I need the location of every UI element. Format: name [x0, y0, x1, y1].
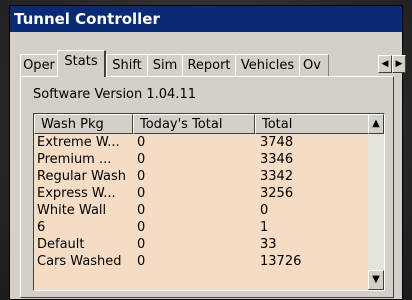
- total-cell: 3748: [260, 135, 294, 150]
- total-cell: 3342: [260, 169, 294, 184]
- wash-pkg-cell: 6: [37, 220, 46, 235]
- table-row[interactable]: White Wall 0 0: [34, 202, 369, 219]
- table-row[interactable]: Default 0 33: [34, 236, 369, 253]
- wash-pkg-cell: Express W...: [37, 186, 116, 201]
- todays-total-cell: 0: [137, 203, 146, 218]
- table-row[interactable]: 6 0 1: [34, 219, 369, 236]
- table-row[interactable]: Express W... 0 3256: [34, 185, 369, 202]
- tab-sim[interactable]: Sim: [147, 54, 183, 76]
- wash-pkg-cell: Regular Wash: [37, 169, 126, 184]
- tab-shift[interactable]: Shift: [106, 54, 148, 76]
- tunnel-controller-window: Tunnel Controller Oper Stats Shift Sim R…: [9, 5, 406, 300]
- stats-table: Wash Pkg Today's Total Total Extreme W..…: [33, 113, 385, 291]
- total-cell: 3256: [260, 186, 294, 201]
- todays-total-cell: 0: [137, 169, 146, 184]
- window-title: Tunnel Controller: [10, 6, 402, 32]
- stats-panel: Software Version 1.04.11 Wash Pkg Today'…: [20, 76, 394, 298]
- todays-total-cell: 0: [137, 220, 146, 235]
- scroll-down-icon[interactable]: ▼: [368, 270, 384, 290]
- tab-scroll-buttons: ◀ ▶: [378, 55, 406, 73]
- table-body: Extreme W... 0 3748 Premium ... 0 3346 R…: [34, 134, 369, 270]
- todays-total-cell: 0: [137, 237, 146, 252]
- wash-pkg-cell: Default: [37, 237, 85, 252]
- total-cell: 3346: [260, 152, 294, 167]
- software-version: Software Version 1.04.11: [33, 87, 196, 102]
- tab-report[interactable]: Report: [182, 54, 236, 76]
- total-cell: 33: [260, 237, 277, 252]
- table-row[interactable]: Cars Washed 0 13726: [34, 253, 369, 270]
- tab-scroll-right-icon[interactable]: ▶: [392, 55, 406, 73]
- total-cell: 0: [260, 203, 269, 218]
- todays-total-cell: 0: [137, 254, 146, 269]
- tab-stats[interactable]: Stats: [57, 50, 106, 77]
- scroll-up-icon[interactable]: ▲: [368, 114, 384, 134]
- wash-pkg-cell: Cars Washed: [37, 254, 122, 269]
- column-header-todays-total[interactable]: Today's Total: [133, 114, 255, 134]
- todays-total-cell: 0: [137, 135, 146, 150]
- wash-pkg-cell: Premium ...: [37, 152, 112, 167]
- todays-total-cell: 0: [137, 186, 146, 201]
- wash-pkg-cell: Extreme W...: [37, 135, 120, 150]
- tab-oper[interactable]: Oper: [20, 54, 58, 76]
- table-header: Wash Pkg Today's Total Total: [34, 114, 369, 134]
- wash-pkg-cell: White Wall: [37, 203, 107, 218]
- tab-strip: Oper Stats Shift Sim Report Vehicles Ov …: [20, 50, 406, 77]
- scroll-track[interactable]: [368, 134, 384, 270]
- todays-total-cell: 0: [137, 152, 146, 167]
- tab-vehicles[interactable]: Vehicles: [235, 54, 300, 76]
- total-cell: 1: [260, 220, 269, 235]
- table-row[interactable]: Extreme W... 0 3748: [34, 134, 369, 151]
- column-header-wash-pkg[interactable]: Wash Pkg: [34, 114, 133, 134]
- table-row[interactable]: Premium ... 0 3346: [34, 151, 369, 168]
- table-row[interactable]: Regular Wash 0 3342: [34, 168, 369, 185]
- total-cell: 13726: [260, 254, 302, 269]
- vertical-scrollbar[interactable]: ▲ ▼: [368, 114, 384, 290]
- tab-scroll-left-icon[interactable]: ◀: [378, 55, 392, 73]
- tab-ov[interactable]: Ov: [299, 54, 329, 76]
- column-header-total[interactable]: Total: [255, 114, 369, 134]
